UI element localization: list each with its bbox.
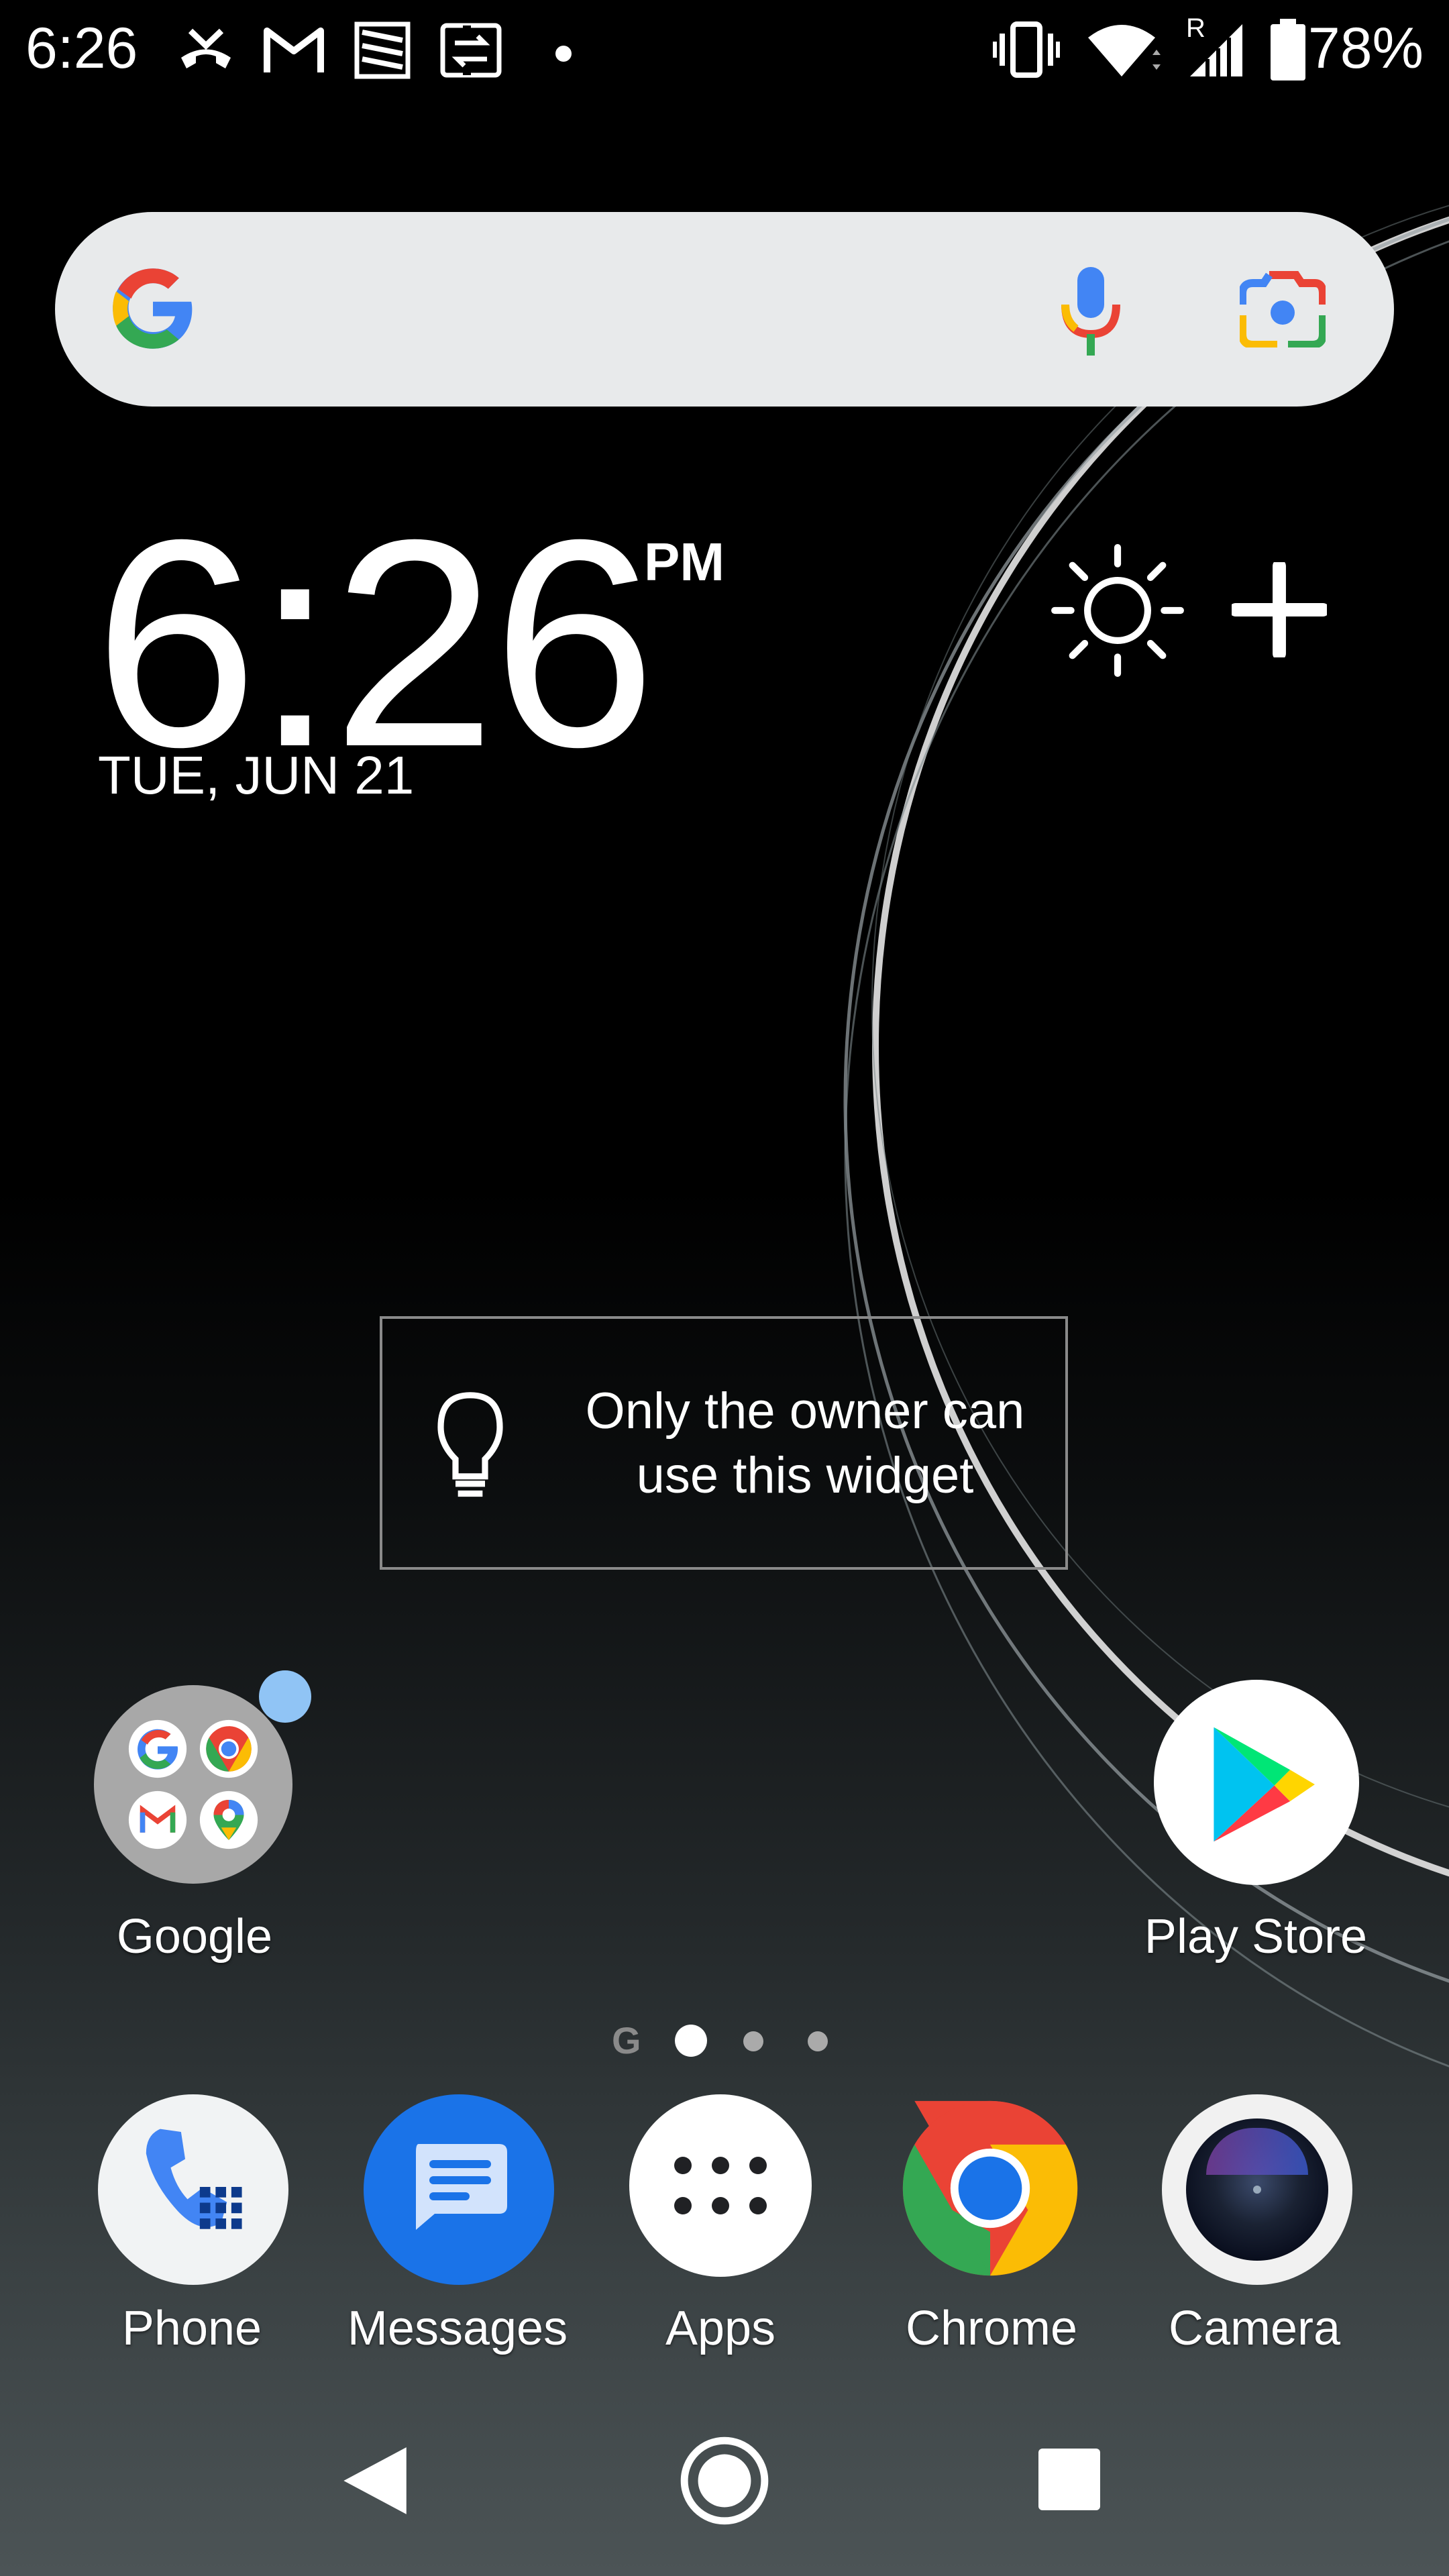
dock-chrome[interactable]: Chrome: [849, 2093, 1131, 2361]
owner-widget-line2: use this widget: [636, 1447, 974, 1504]
play-store-app[interactable]: Play Store: [1114, 1680, 1395, 1988]
google-folder-label: Google: [116, 1910, 273, 1964]
status-time: 6:26: [25, 16, 138, 80]
apps-dots: [674, 2157, 767, 2214]
dock-messages-label: Messages: [347, 2302, 568, 2355]
play-store-label: Play Store: [1144, 1910, 1368, 1964]
page-dot-active[interactable]: [675, 2025, 707, 2057]
google-mini-icon: [128, 1719, 187, 1778]
gmail-mini-icon: [128, 1790, 187, 1849]
owner-only-widget[interactable]: Only the owner can use this widget: [380, 1316, 1068, 1570]
sun-icon[interactable]: [1049, 542, 1186, 679]
phone-icon[interactable]: [98, 2094, 288, 2285]
dock-messages[interactable]: Messages: [317, 2093, 598, 2361]
camera-lens-center: [1253, 2186, 1261, 2194]
camera-lens: [1186, 2118, 1328, 2261]
apps-grid-icon[interactable]: [629, 2094, 812, 2277]
dock-phone[interactable]: Phone: [51, 2093, 333, 2361]
owner-widget-line1: Only the owner can: [585, 1383, 1025, 1440]
clock-ampm: PM: [644, 532, 724, 592]
wifi-icon: [1088, 25, 1161, 76]
google-folder-icon[interactable]: [94, 1685, 292, 1884]
camera-lens-arc: [1206, 2128, 1308, 2175]
dot-icon: [555, 46, 572, 62]
messages-bubble: [416, 2144, 507, 2230]
dock-camera[interactable]: Camera: [1116, 2093, 1398, 2361]
battery-icon: [1271, 19, 1305, 80]
wallet-icon: [354, 21, 411, 79]
clock-date[interactable]: TUE, JUN 21: [98, 745, 414, 806]
recents-icon[interactable]: [1038, 2449, 1100, 2510]
messages-icon[interactable]: [364, 2094, 554, 2285]
battery-percent: 78%: [1307, 16, 1424, 80]
google-folder[interactable]: Google: [54, 1670, 335, 1988]
owner-widget-message: Only the owner can use this widget: [584, 1379, 1026, 1508]
camera-icon[interactable]: [1162, 2094, 1352, 2285]
maps-mini-icon: [199, 1790, 258, 1849]
plus-icon[interactable]: [1232, 562, 1327, 657]
dock-phone-label: Phone: [121, 2302, 262, 2355]
status-right-icons: R: [993, 13, 1305, 82]
page-dot[interactable]: [743, 2031, 763, 2051]
back-icon[interactable]: [339, 2445, 409, 2517]
dock-apps[interactable]: Apps: [584, 2093, 865, 2361]
status-left-icons: [176, 20, 578, 80]
notification-badge: [259, 1670, 311, 1723]
lightbulb-icon: [437, 1392, 503, 1497]
dock-chrome-label: Chrome: [905, 2302, 1078, 2355]
dock-apps-label: Apps: [665, 2302, 776, 2355]
google-logo-icon[interactable]: [106, 262, 200, 356]
dock-camera-label: Camera: [1168, 2302, 1341, 2355]
home-icon[interactable]: [679, 2435, 770, 2526]
chrome-icon[interactable]: [895, 2093, 1085, 2284]
lens-icon[interactable]: [1240, 270, 1326, 347]
page-indicator: G: [604, 2021, 845, 2061]
dock: Phone Messages Apps Chrome Camera: [0, 2093, 1449, 2375]
play-triangle: [1214, 1727, 1315, 1842]
vibrate-icon: [993, 21, 1060, 78]
play-store-icon[interactable]: [1154, 1680, 1359, 1885]
signal-roaming-icon: [1190, 24, 1242, 76]
gmail-icon: [264, 28, 324, 72]
page-indicator-google-icon[interactable]: G: [612, 2021, 641, 2061]
page-dot[interactable]: [808, 2031, 828, 2051]
mic-icon[interactable]: [1057, 264, 1124, 358]
search-bar[interactable]: [55, 212, 1394, 407]
chrome-mini-icon: [199, 1719, 258, 1778]
phone-handset: [146, 2129, 242, 2229]
transfer-icon: [440, 23, 502, 78]
missed-call-icon: [181, 28, 231, 68]
